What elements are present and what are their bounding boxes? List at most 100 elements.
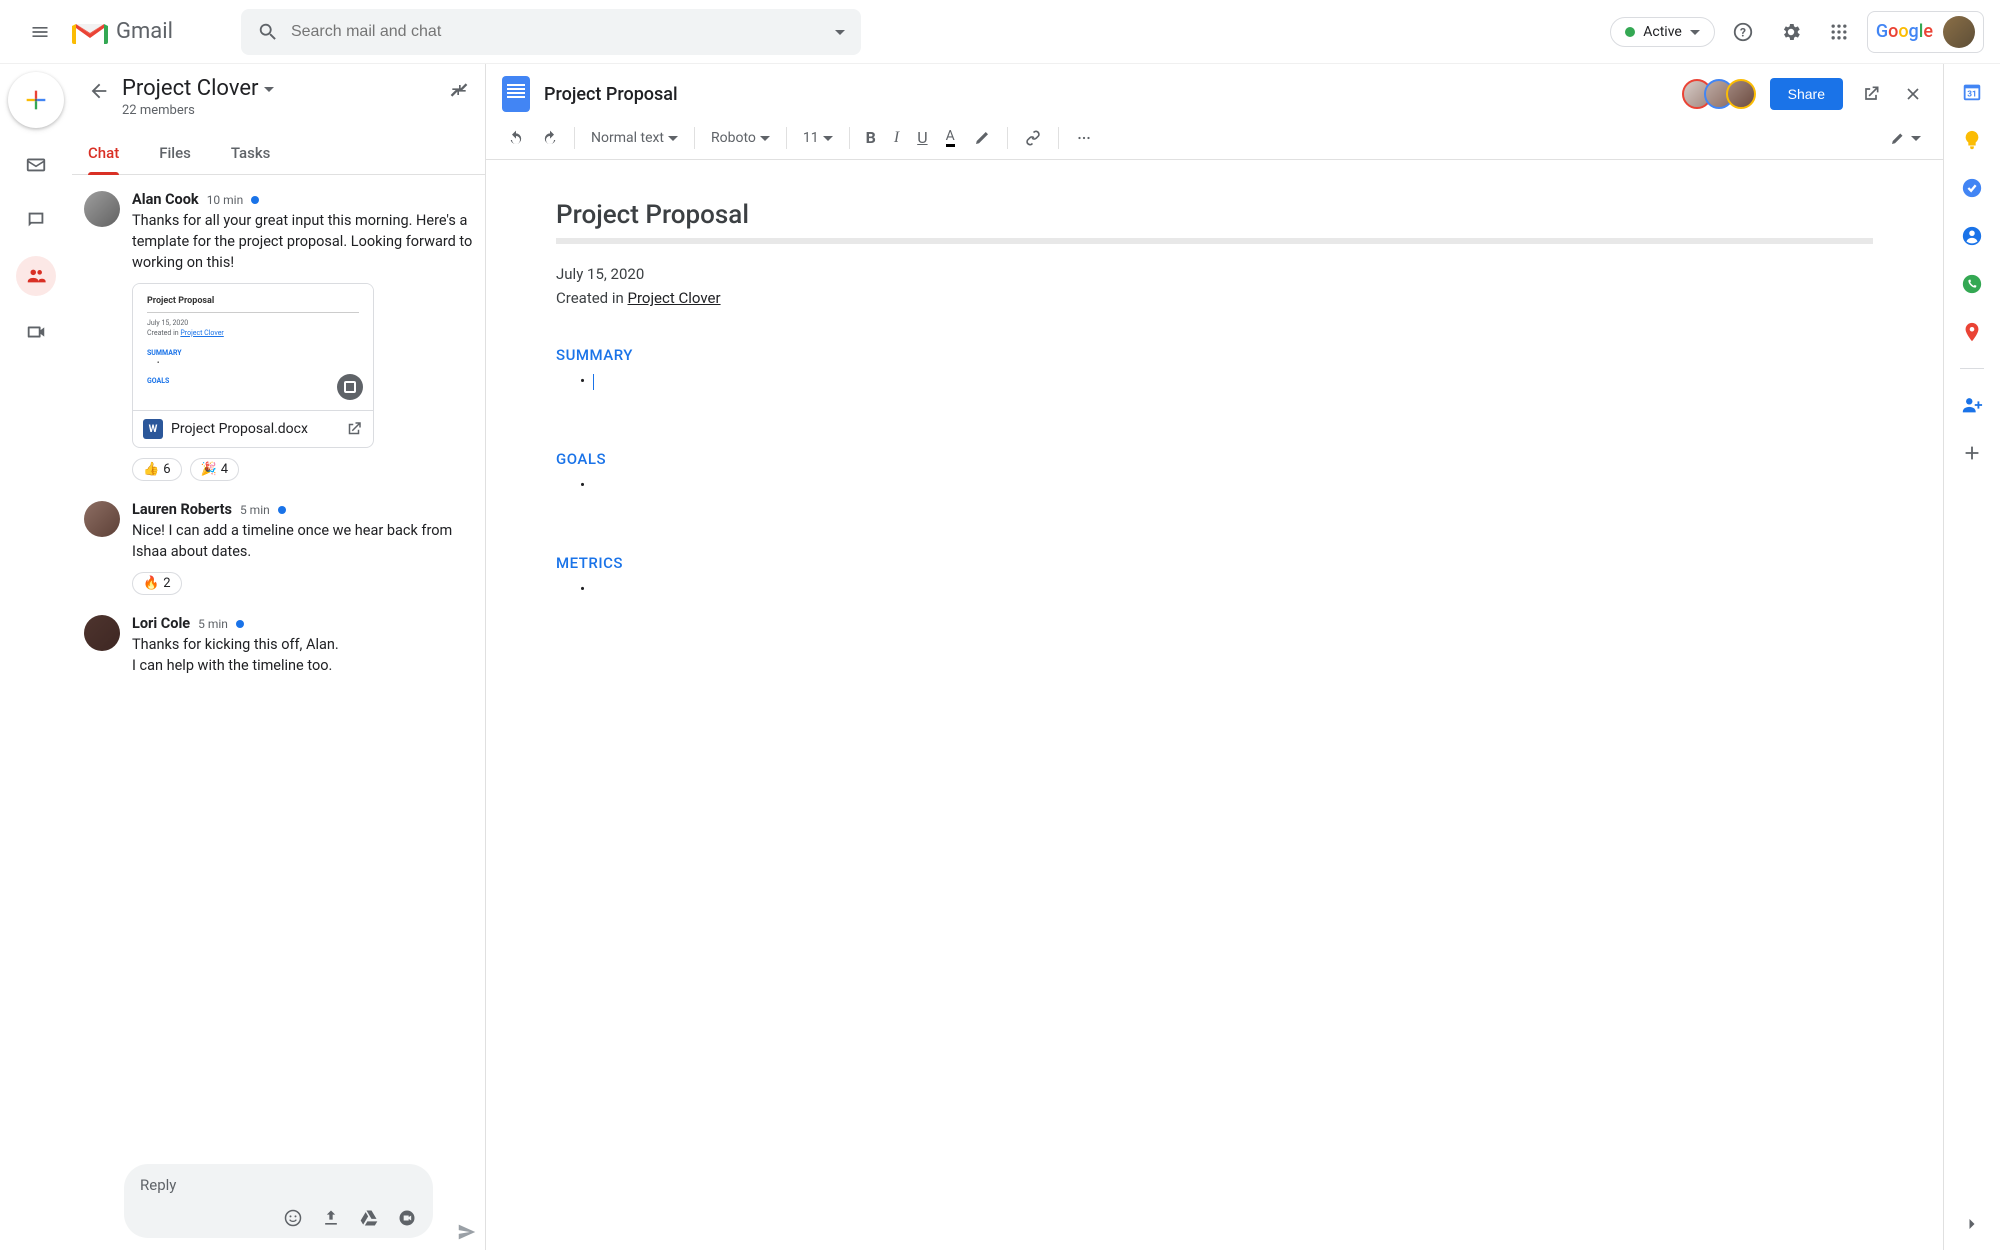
collaborator-avatars[interactable] — [1682, 79, 1756, 109]
reaction-count: 6 — [163, 462, 170, 477]
nav-meet[interactable] — [16, 312, 56, 352]
message-avatar[interactable] — [84, 615, 120, 651]
more-toolbar-button[interactable] — [1069, 125, 1099, 151]
pencil-icon — [1889, 129, 1907, 147]
room-title-dropdown[interactable]: Project Clover — [122, 76, 437, 101]
upload-icon[interactable] — [321, 1208, 341, 1228]
video-icon — [25, 321, 47, 343]
doc-section-metrics: METRICS — [556, 554, 1873, 572]
chat-bubble-icon — [25, 209, 47, 231]
highlight-button[interactable] — [967, 125, 997, 151]
message-text: Nice! I can add a timeline once we hear … — [132, 520, 473, 562]
word-doc-icon: W — [143, 419, 163, 439]
tab-files[interactable]: Files — [159, 136, 191, 174]
redo-button[interactable] — [536, 126, 564, 150]
status-selector[interactable]: Active — [1610, 17, 1715, 47]
side-panel-toggle[interactable] — [1962, 1214, 1982, 1234]
text-color-button[interactable]: A — [940, 124, 961, 151]
back-button[interactable] — [88, 76, 110, 102]
doc-section-goals: GOALS — [556, 450, 1873, 468]
tab-tasks[interactable]: Tasks — [231, 136, 271, 174]
profile-avatar[interactable] — [1943, 16, 1975, 48]
font-selector[interactable]: Roboto — [705, 126, 776, 150]
undo-button[interactable] — [502, 126, 530, 150]
message-author: Lauren Roberts — [132, 501, 232, 518]
settings-button[interactable] — [1771, 12, 1811, 52]
side-app-add-button[interactable] — [1960, 441, 1984, 465]
side-app-voice[interactable] — [1960, 272, 1984, 296]
account-box[interactable]: Google — [1867, 11, 1984, 53]
underline-button[interactable]: U — [911, 124, 933, 151]
bold-icon: B — [866, 128, 876, 147]
chevron-down-icon — [823, 136, 833, 146]
share-button[interactable]: Share — [1770, 78, 1843, 110]
doc-divider — [556, 238, 1873, 244]
collapse-icon — [449, 80, 469, 100]
search-bar[interactable] — [241, 9, 861, 55]
italic-icon: I — [894, 129, 899, 147]
attachment-filename: Project Proposal.docx — [171, 421, 337, 437]
status-label: Active — [1643, 24, 1682, 40]
doc-content[interactable]: Project Proposal July 15, 2020 Created i… — [486, 160, 1943, 1250]
open-external-icon[interactable] — [345, 420, 363, 438]
side-app-maps[interactable] — [1960, 320, 1984, 344]
side-app-contacts[interactable] — [1960, 224, 1984, 248]
side-app-tasks[interactable] — [1960, 176, 1984, 200]
doc-title[interactable]: Project Proposal — [544, 84, 1668, 105]
doc-header: Project Proposal Share — [486, 64, 1943, 120]
doc-bullet: • — [580, 372, 1873, 390]
chat-panel: Project Clover 22 members Chat Files Tas… — [72, 64, 486, 1250]
nav-mail[interactable] — [16, 144, 56, 184]
meet-icon[interactable] — [397, 1208, 417, 1228]
send-icon — [456, 1221, 478, 1243]
message-avatar[interactable] — [84, 191, 120, 227]
chevron-down-icon — [760, 136, 770, 146]
doc-section-summary: SUMMARY — [556, 346, 1873, 364]
gmail-logo[interactable]: Gmail — [72, 18, 173, 46]
google-logo: Google — [1876, 21, 1933, 42]
support-button[interactable]: ? — [1723, 12, 1763, 52]
plus-icon — [22, 86, 50, 114]
search-options-caret-icon[interactable] — [835, 30, 845, 40]
doc-panel: Project Proposal Share Normal tex — [486, 64, 1944, 1250]
nav-chat[interactable] — [16, 200, 56, 240]
hamburger-icon — [30, 22, 50, 42]
insert-link-button[interactable] — [1018, 125, 1048, 151]
voice-icon — [1961, 273, 1983, 295]
collaborator-avatar[interactable] — [1726, 79, 1756, 109]
message-avatar[interactable] — [84, 501, 120, 537]
apps-button[interactable] — [1819, 12, 1859, 52]
reaction[interactable]: 🔥 2 — [132, 572, 182, 595]
reply-box[interactable]: Reply — [124, 1164, 433, 1238]
nav-rooms[interactable] — [16, 256, 56, 296]
compose-button[interactable] — [8, 72, 64, 128]
open-in-new-button[interactable] — [1857, 80, 1885, 108]
send-button[interactable] — [449, 1214, 485, 1250]
collapse-button[interactable] — [449, 76, 469, 100]
drive-icon[interactable] — [359, 1208, 379, 1228]
paragraph-style-selector[interactable]: Normal text — [585, 126, 684, 150]
tab-chat[interactable]: Chat — [88, 136, 119, 174]
font-size-selector[interactable]: 11 — [797, 126, 839, 150]
main-menu-button[interactable] — [16, 8, 64, 56]
message-text: Thanks for kicking this off, Alan. I can… — [132, 634, 473, 676]
side-app-add-people[interactable] — [1960, 393, 1984, 417]
attachment-card[interactable]: Project Proposal July 15, 2020 Created i… — [132, 283, 374, 448]
italic-button[interactable]: I — [888, 125, 905, 151]
doc-room-link[interactable]: Project Clover — [628, 289, 721, 307]
reaction[interactable]: 🎉 4 — [190, 458, 240, 481]
close-doc-button[interactable] — [1899, 80, 1927, 108]
bold-button[interactable]: B — [860, 124, 882, 151]
reply-input[interactable]: Reply — [140, 1176, 417, 1194]
side-app-calendar[interactable]: 31 — [1960, 80, 1984, 104]
editing-mode-button[interactable] — [1883, 125, 1927, 151]
search-input[interactable] — [291, 23, 823, 41]
reaction[interactable]: 👍 6 — [132, 458, 182, 481]
doc-heading: Project Proposal — [556, 200, 1873, 230]
undo-icon — [508, 130, 524, 146]
unread-dot-icon — [278, 506, 286, 514]
emoji-icon[interactable] — [283, 1208, 303, 1228]
side-app-keep[interactable] — [1960, 128, 1984, 152]
more-horizontal-icon — [1075, 129, 1093, 147]
calendar-icon: 31 — [1961, 81, 1983, 103]
